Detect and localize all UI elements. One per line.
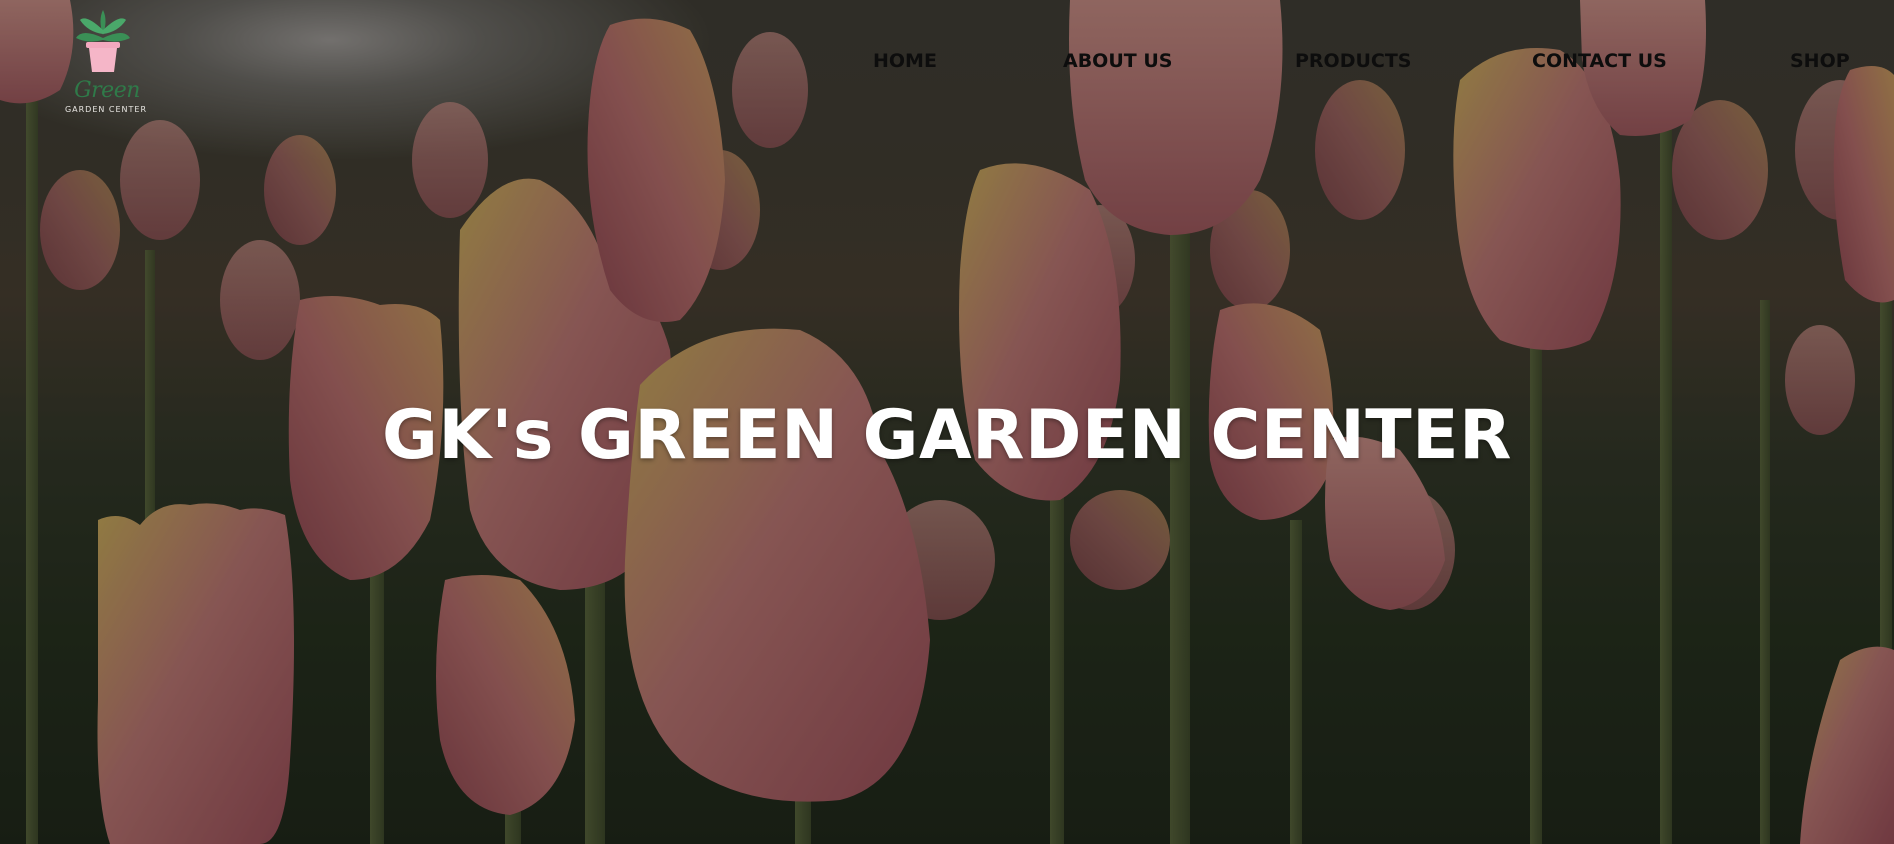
hero-section: Green GARDEN CENTER HOME ABOUT US PRODUC… [0,0,1894,844]
nav-shop-link[interactable]: SHOP [1790,50,1850,72]
hero-title: GK's GREEN GARDEN CENTER [382,395,1512,475]
nav-products-link[interactable]: PRODUCTS [1295,50,1412,72]
nav-about-link[interactable]: ABOUT US [1063,50,1172,72]
logo-wordmark: Green [74,78,140,103]
nav-contact-link[interactable]: CONTACT US [1532,50,1667,72]
logo-subtitle: GARDEN CENTER [64,105,148,114]
nav-home-link[interactable]: HOME [873,50,937,72]
main-nav: HOME ABOUT US PRODUCTS CONTACT US SHOP [0,50,1894,80]
